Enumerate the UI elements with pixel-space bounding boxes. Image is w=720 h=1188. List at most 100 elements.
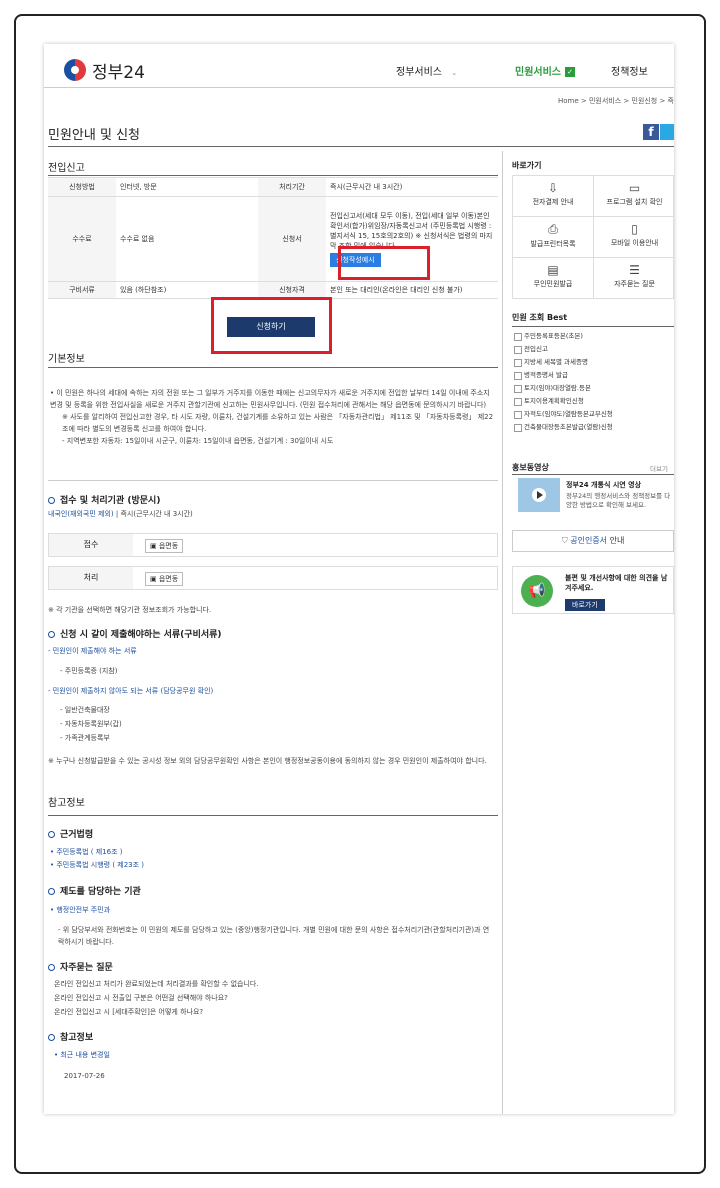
quick-program-check[interactable]: ▭ 프로그램 설치 확인 (594, 176, 674, 217)
value-qualification: 본인 또는 대리인(온라인은 대리인 신청 불가) (326, 281, 498, 299)
documents-title: 신청 시 같이 제출해야하는 서류(구비서류) (48, 627, 222, 640)
org-title: 제도를 담당하는 기관 (48, 884, 141, 897)
quick-links-title: 바로가기 (512, 161, 542, 170)
download-icon: ⇩ (547, 181, 559, 195)
ref-info-title: 참고정보 (48, 1030, 93, 1043)
quick-kiosk[interactable]: ▤ 무인민원발급 (513, 258, 594, 299)
label-qualification: 신청자격 (258, 281, 326, 299)
promo-more-link[interactable]: 더보기 (650, 463, 668, 473)
promo-heading[interactable]: 정부24 개통식 시연 영상 (566, 480, 641, 490)
highlight-apply (211, 297, 332, 354)
label-docs: 구비서류 (48, 281, 116, 299)
best-item[interactable]: 건축물대장등초본발급(열람)신청 (512, 421, 674, 434)
ref-info-date: 2017-07-26 (64, 1072, 105, 1080)
quick-links: ⇩ 전자결제 안내 ▭ 프로그램 설치 확인 ⎙ 발급프린터목록 ▯ 모바일 이용안내 … (512, 175, 674, 299)
faq-title: 자주묻는 질문 (48, 960, 113, 973)
basic-info-text: • 이 민원은 하나의 세대에 속하는 자의 전원 또는 그 일부가 거주지를 … (50, 389, 494, 445)
best-item[interactable]: 전입신고 (512, 343, 674, 356)
promo-divider (512, 474, 674, 475)
quick-epay[interactable]: ⇩ 전자결제 안내 (513, 176, 594, 217)
feedback-box: 📢 불편 및 개선사항에 대한 의견을 남겨주세요. 바로가기 (512, 566, 674, 614)
best-list: 주민등록표등본(초본) 전입신고 지방세 세목별 과세증명 병적증명서 발급 토… (512, 330, 674, 434)
best-item[interactable]: 주민등록표등본(초본) (512, 330, 674, 343)
chat-icon: ☰ (629, 263, 640, 277)
best-item[interactable]: 토지(임야)대장열람.등본 (512, 382, 674, 395)
required-doc-item: - 주민등록증 (지참) (60, 667, 118, 675)
promo-title: 홍보동영상 (512, 463, 549, 472)
best-item[interactable]: 지방세 세목별 과세증명 (512, 356, 674, 369)
promo-video-thumbnail[interactable] (518, 478, 560, 512)
faq-link[interactable]: 온라인 전입신고 시 [세대주확인]은 어떻게 하나요? (54, 1006, 203, 1018)
value-form: 전입신고서(세대 모두 이동), 전입(세대 일부 이동)본인확인서(합가)위임… (330, 212, 493, 250)
processing-row: 처리 ▣ 읍면동 (48, 566, 498, 590)
printer-icon: ⎙ (548, 222, 558, 236)
quick-mobile-guide[interactable]: ▯ 모바일 이용안내 (594, 217, 674, 258)
section-title: 전입신고 (48, 163, 85, 174)
office-icon: ▣ (150, 542, 157, 550)
label-form: 신청서 (258, 196, 326, 282)
reception-title: 접수 및 처리기관 (방문시) (48, 493, 160, 506)
section-divider (48, 175, 498, 176)
nav-policy-info[interactable]: 정책정보 (611, 63, 648, 78)
feedback-go-button[interactable]: 바로가기 (565, 599, 605, 611)
label-method: 신청방법 (48, 177, 116, 197)
optional-docs-label[interactable]: - 민원인이 제출하지 않아도 되는 서류 (담당공무원 확인) (48, 685, 213, 697)
page: 정부24 정부서비스 ⌄ 민원서비스 ✓ 정책정보 Home > 민원서비스 > … (44, 44, 674, 1114)
twitter-icon[interactable] (660, 124, 674, 140)
best-title: 민원 조회 Best (512, 313, 568, 322)
breadcrumb: Home > 민원서비스 > 민원신청 > 즉 (557, 97, 674, 105)
header-divider (44, 87, 674, 88)
best-item[interactable]: 병적증명서 발급 (512, 369, 674, 382)
info-table: 신청방법 인터넷, 방문 처리기간 즉시(근무시간 내 3시간) 수수료 수수료… (48, 177, 498, 299)
best-divider (512, 326, 674, 327)
basic-info-title: 기본정보 (48, 354, 85, 365)
quick-faq[interactable]: ☰ 자주묻는 질문 (594, 258, 674, 299)
value-fee: 수수료 없음 (116, 196, 258, 282)
reception-office-link[interactable]: ▣ 읍면동 (145, 539, 184, 553)
shield-icon: ⛉ (561, 536, 568, 545)
quick-printer-list[interactable]: ⎙ 발급프린터목록 (513, 217, 594, 258)
law-title: 근거법령 (48, 827, 93, 840)
reference-divider (48, 815, 498, 816)
cert-guide-button[interactable]: ⛉ 공인인증서 안내 (512, 530, 674, 552)
page-title: 민원안내 및 신청 (48, 128, 140, 143)
law-link[interactable]: • 주민등록법 ( 제16조 ) (50, 846, 122, 858)
optional-doc-item: - 일반건축물대장 (60, 706, 110, 714)
reception-row: 접수 ▣ 읍면동 (48, 533, 498, 557)
best-item[interactable]: 자적도(임야도)열람등본교부신청 (512, 408, 674, 421)
optional-doc-item: - 자동차등록원부(갑) (60, 720, 122, 728)
label-fee: 수수료 (48, 196, 116, 282)
best-item[interactable]: 토지이용계획확인신청 (512, 395, 674, 408)
divider (48, 480, 498, 481)
law-link[interactable]: • 주민등록법 시행령 ( 제23조 ) (50, 859, 144, 871)
faq-link[interactable]: 온라인 전입신고 시 전출입 구분은 어떤걸 선택해야 하나요? (54, 992, 228, 1004)
processing-office-link[interactable]: ▣ 읍면동 (145, 572, 184, 586)
check-icon: ✓ (565, 67, 575, 77)
value-method: 인터넷, 방문 (116, 177, 258, 197)
mobile-icon: ▯ (631, 222, 638, 236)
nav-gov-services[interactable]: 정부서비스 ⌄ (396, 63, 457, 78)
nav-civil-services[interactable]: 민원서비스 ✓ (515, 63, 575, 78)
facebook-icon[interactable]: f (643, 124, 659, 140)
org-link[interactable]: • 행정안전부 주민과 (50, 904, 110, 916)
reception-subtitle: 내국인(재외국민 제외) | 즉시(근무시간 내 3시간) (48, 510, 193, 518)
megaphone-icon: 📢 (521, 575, 553, 607)
faq-link[interactable]: 온라인 전입신고 처리가 완료되었는데 처리결과를 확인할 수 없습니다. (54, 978, 259, 990)
value-docs: 있음 (하단참조) (116, 281, 258, 299)
gov-logo-icon[interactable] (64, 59, 86, 81)
play-icon (532, 488, 546, 502)
feedback-text: 불편 및 개선사항에 대한 의견을 남겨주세요. (565, 574, 668, 592)
required-docs-label[interactable]: - 민원인이 제출해야 하는 서류 (48, 645, 137, 657)
org-description: - 위 담당부서와 전화번호는 이 민원의 제도를 담당하고 있는 (중앙)행정… (58, 926, 490, 946)
value-period: 즉시(근무시간 내 3시간) (326, 177, 498, 197)
ref-info-item: • 최근 내용 변경일 (54, 1051, 110, 1059)
label-period: 처리기간 (258, 177, 326, 197)
optional-doc-item: - 가족관계등록부 (60, 734, 110, 742)
column-divider (502, 151, 503, 1114)
reception-note: ※ 각 기관을 선택하면 해당기관 정보조회가 가능합니다. (48, 606, 212, 614)
site-logo[interactable]: 정부24 (92, 58, 145, 83)
promo-description: 정부24의 행정서비스와 정책정보를 다양한 방법으로 확인해 보세요. (566, 492, 671, 509)
kiosk-icon: ▤ (547, 263, 559, 277)
monitor-icon: ▭ (628, 181, 641, 195)
basic-info-divider (48, 367, 498, 368)
